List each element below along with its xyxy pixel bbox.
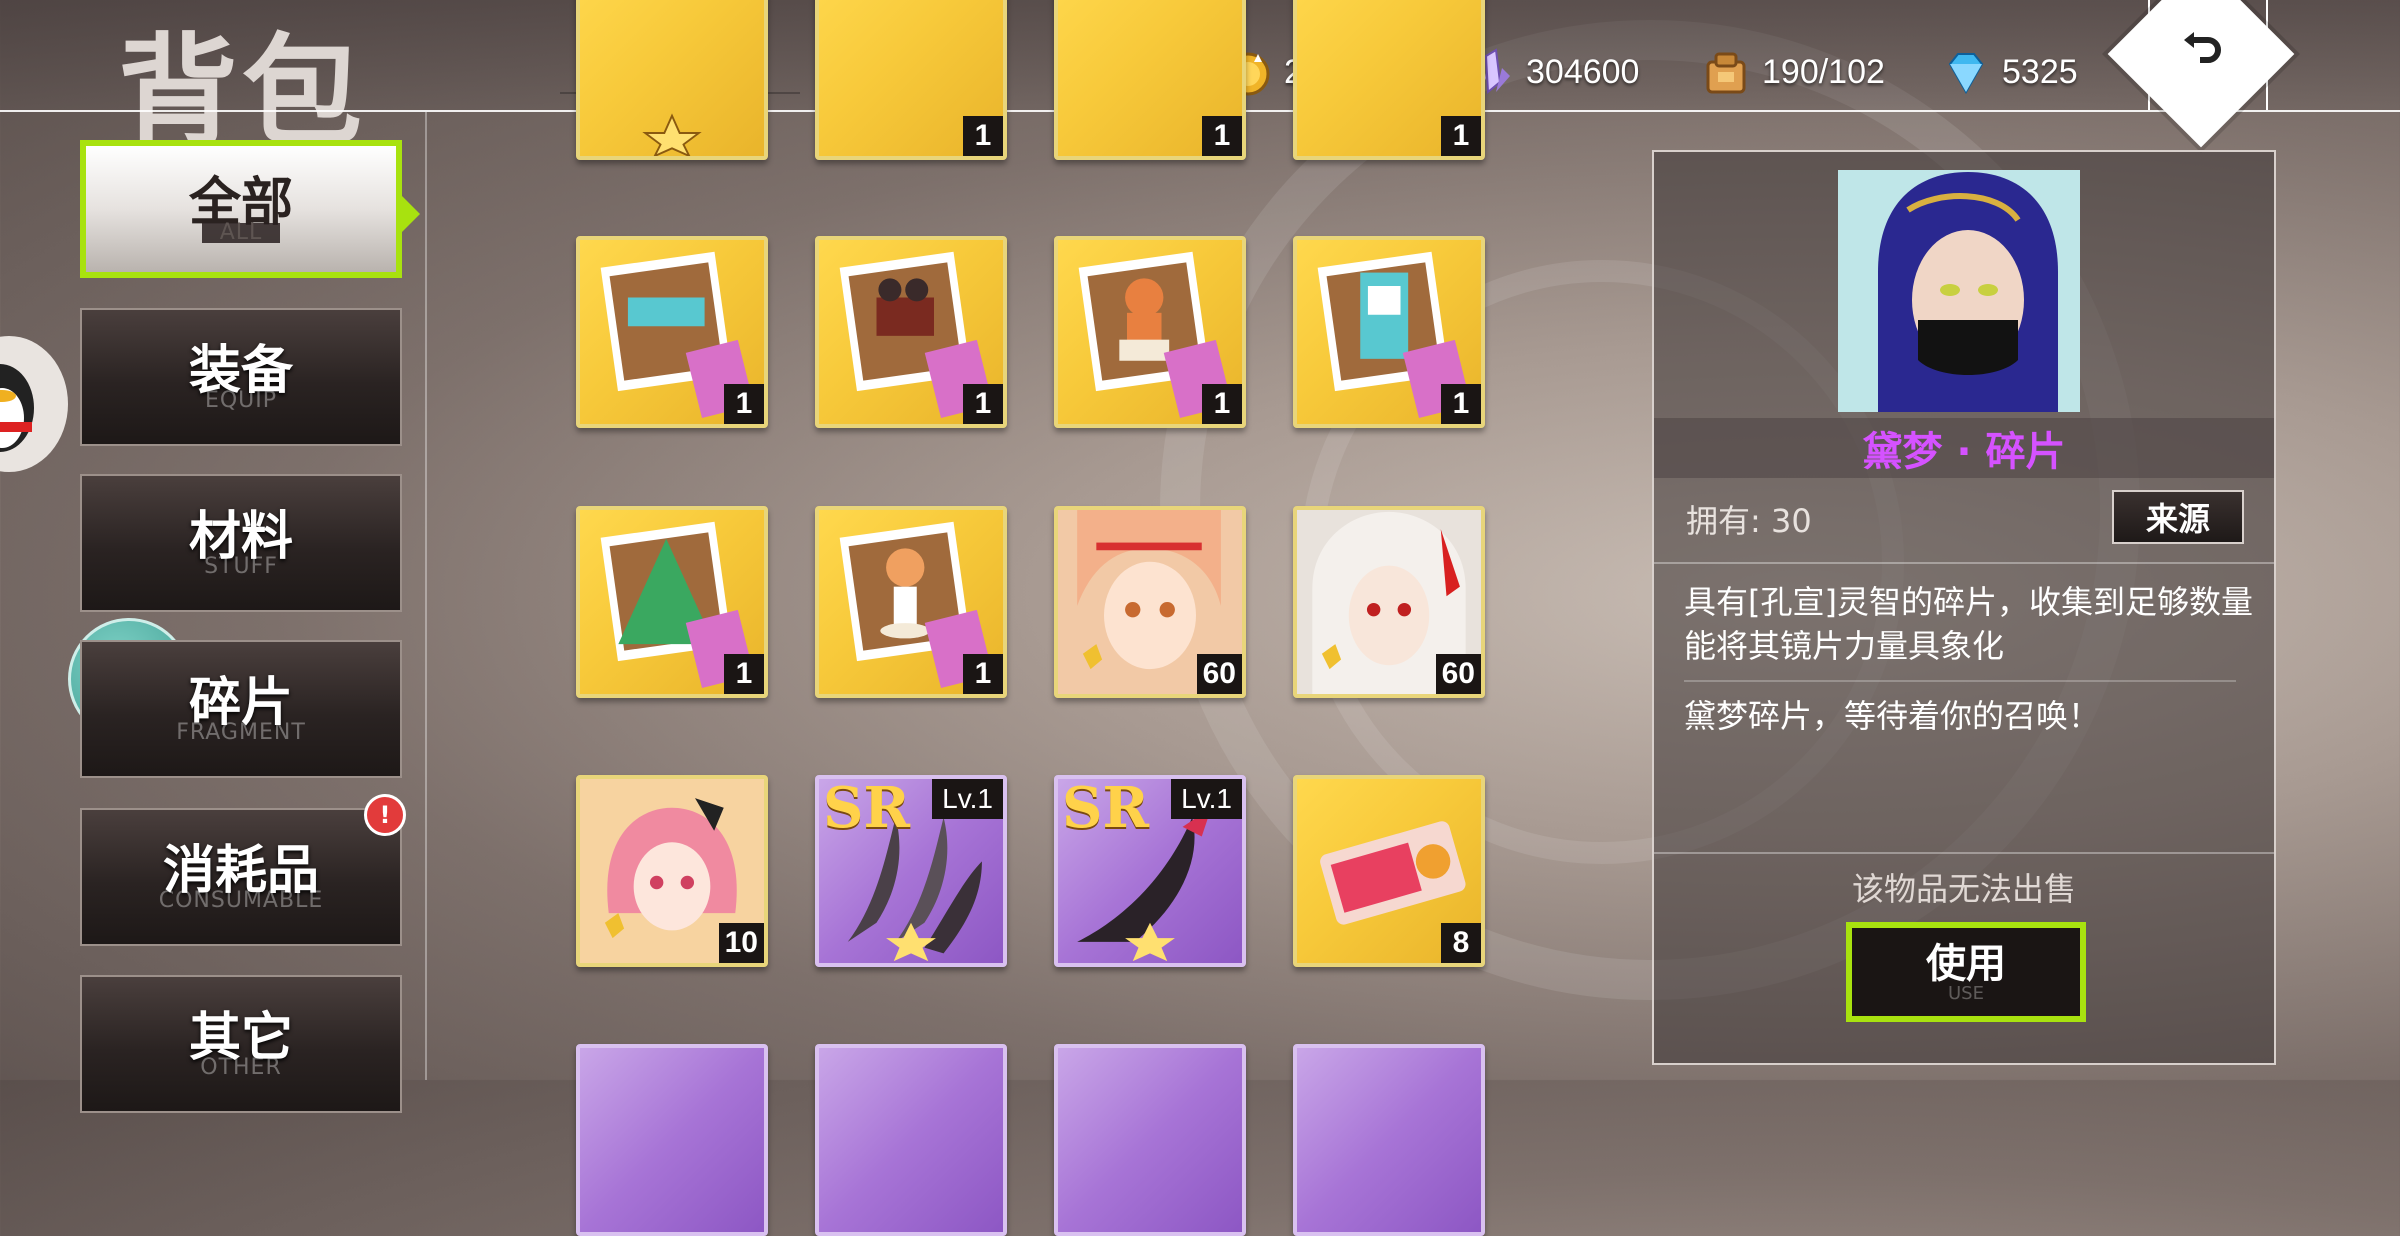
capacity-resource[interactable]: 190/102 (1702, 42, 1885, 102)
item-slot[interactable]: 1 (576, 506, 768, 698)
item-slot[interactable]: 1 (1054, 0, 1246, 160)
item-slot[interactable]: 60 (1054, 506, 1246, 698)
rarity-badge: SR (1062, 775, 1149, 841)
tab-equip[interactable]: 装备 EQUIP (80, 308, 402, 446)
item-count: 60 (1435, 654, 1481, 694)
sidebar-divider (425, 112, 427, 1080)
tab-stuff[interactable]: 材料 STUFF (80, 474, 402, 612)
item-count: 8 (1441, 923, 1481, 963)
item-count: 1 (1202, 116, 1242, 156)
item-slot[interactable] (1293, 1044, 1485, 1236)
tab-sublabel: ALL (201, 222, 281, 244)
use-label: 使用 (1926, 941, 2006, 987)
tab-fragment[interactable]: 碎片 FRAGMENT (80, 640, 402, 778)
item-level: Lv.1 (932, 779, 1003, 819)
item-count: 1 (963, 116, 1003, 156)
diamond-icon (1948, 53, 1984, 95)
tab-sublabel: OTHER (200, 1055, 282, 1080)
item-count: 1 (963, 384, 1003, 424)
item-slot[interactable]: 1 (815, 506, 1007, 698)
qq-penguin-float-button[interactable] (0, 336, 68, 472)
use-button[interactable]: 使用 USE (1846, 922, 2086, 1022)
item-count: 1 (724, 654, 764, 694)
tab-sublabel: EQUIP (204, 388, 278, 413)
item-slot[interactable]: 60 (1293, 506, 1485, 698)
item-slot[interactable]: 8 (1293, 775, 1485, 967)
rarity-badge: SR (823, 775, 910, 841)
capacity-value: 190/102 (1762, 52, 1885, 91)
divider (1654, 562, 2274, 564)
diamond-value: 5325 (2002, 52, 2078, 91)
item-slot[interactable]: SR Lv.1 (815, 775, 1007, 967)
item-slot[interactable] (576, 0, 768, 160)
item-count: 10 (718, 923, 764, 963)
tab-sublabel: STUFF (204, 554, 278, 579)
return-arrow-icon[interactable] (2178, 26, 2228, 76)
item-slot[interactable]: SR Lv.1 (1054, 775, 1246, 967)
item-slot[interactable]: 1 (815, 236, 1007, 428)
item-count: 1 (1441, 116, 1481, 156)
tab-sublabel: FRAGMENT (176, 720, 306, 745)
use-sublabel: USE (1948, 983, 1984, 1004)
tab-sublabel: CONSUMABLE (158, 888, 324, 913)
item-portrait (1838, 170, 2080, 412)
item-count: 60 (1196, 654, 1242, 694)
item-slot[interactable] (815, 1044, 1007, 1236)
tab-other[interactable]: 其它 OTHER (80, 975, 402, 1113)
tab-all[interactable]: 全部 ALL (80, 140, 402, 278)
item-slot[interactable]: 1 (815, 0, 1007, 160)
crystal-value: 304600 (1526, 52, 1640, 91)
backpack-capacity-icon (1706, 52, 1746, 94)
item-slot[interactable] (1054, 1044, 1246, 1236)
item-slot[interactable]: 1 (1054, 236, 1246, 428)
divider (1654, 852, 2274, 854)
item-slot[interactable]: 1 (576, 236, 768, 428)
alert-badge: ! (364, 794, 406, 836)
item-slot[interactable]: 1 (1293, 0, 1485, 160)
item-flavor-text: 黛梦碎片，等待着你的召唤！ (1684, 697, 2101, 735)
character-portrait-icon (1838, 170, 2080, 412)
item-count: 1 (1202, 384, 1242, 424)
item-count: 1 (1441, 384, 1481, 424)
penguin-icon (0, 364, 34, 452)
item-slot[interactable]: 1 (1293, 236, 1485, 428)
item-slot[interactable]: 10 (576, 775, 768, 967)
tab-consumable[interactable]: 消耗品 CONSUMABLE (80, 808, 402, 946)
crystal-resource[interactable]: 304600 (1466, 42, 1639, 102)
star-icon (642, 113, 702, 156)
sell-note: 该物品无法出售 (1851, 870, 2076, 908)
active-tab-pointer (402, 196, 420, 232)
owned-count: 拥有: 30 (1686, 502, 1812, 540)
item-name: 黛梦 · 碎片 (1654, 418, 2274, 478)
item-description: 具有[孔宣]灵智的碎片，收集到足够数量能将其镜片力量具象化 (1684, 583, 2253, 665)
divider (1684, 680, 2236, 682)
diamond-resource[interactable]: 5325 (1942, 42, 2078, 102)
item-slot[interactable] (576, 1044, 768, 1236)
source-button[interactable]: 来源 (2112, 490, 2244, 544)
item-level: Lv.1 (1171, 779, 1242, 819)
item-count: 1 (724, 384, 764, 424)
item-count: 1 (963, 654, 1003, 694)
